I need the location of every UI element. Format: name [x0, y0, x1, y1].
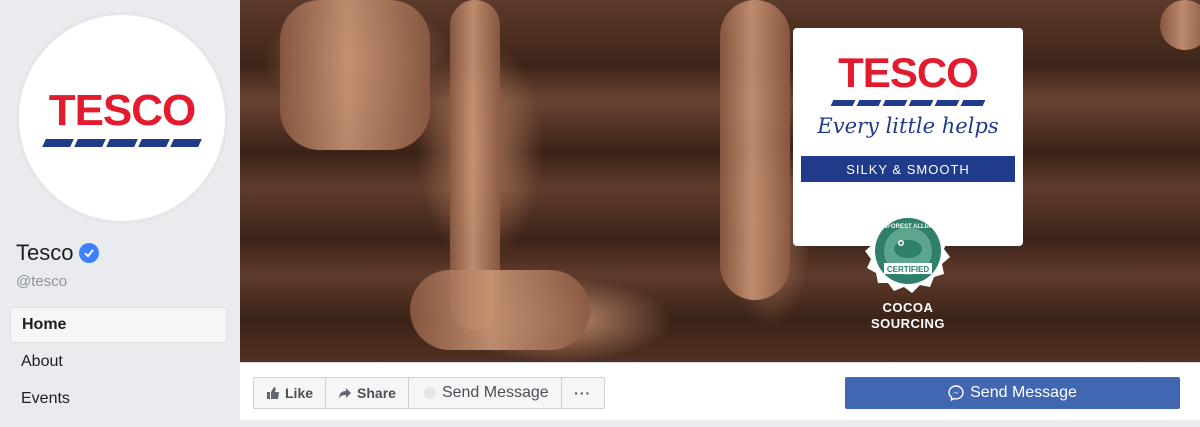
nav-item-home[interactable]: Home — [10, 307, 227, 343]
rainforest-frog-icon: RAINFOREST ALLIANCE CERTIFIED — [865, 209, 950, 293]
seal-ring-text: RAINFOREST ALLIANCE — [873, 224, 944, 230]
page-action-bar: Like Share Send Message ··· Send Message — [240, 362, 1200, 420]
left-column: TESCO Tesco @tesco Home About Events — [0, 0, 240, 427]
send-message-label: Send Message — [441, 384, 549, 401]
brand-tagline: Every little helps — [817, 114, 999, 138]
profile-picture[interactable]: TESCO — [16, 12, 228, 224]
brand-logo-stripes — [830, 100, 986, 106]
nav-item-about[interactable]: About — [10, 344, 227, 380]
chocolate-drip — [1160, 0, 1200, 50]
seal-caption-line2: SOURCING — [870, 316, 946, 331]
messenger-icon — [948, 385, 964, 401]
more-dots-icon[interactable]: ··· — [562, 378, 604, 408]
primary-send-message-label: Send Message — [970, 384, 1077, 401]
seal-caption-line1: COCOA — [882, 300, 934, 315]
like-label: Like — [285, 385, 314, 401]
chocolate-drip — [720, 0, 790, 300]
chocolate-drip — [410, 270, 590, 350]
chocolate-drip — [280, 0, 430, 150]
action-button-group: Like Share Send Message ··· — [253, 377, 605, 409]
nav-item-events[interactable]: Events — [10, 381, 227, 417]
share-label: Share — [357, 385, 396, 401]
share-arrow-icon — [339, 388, 352, 399]
like-button[interactable]: Like — [254, 378, 327, 408]
page-title[interactable]: Tesco — [16, 240, 100, 266]
share-button[interactable]: Share — [326, 378, 409, 408]
page-nav: Home About Events — [10, 307, 227, 418]
messenger-icon — [423, 387, 436, 399]
send-message-button[interactable]: Send Message — [409, 378, 562, 408]
seal-caption: COCOA SOURCING — [840, 300, 976, 332]
seal-certified-text: CERTIFIED — [887, 265, 929, 274]
primary-send-message-button[interactable]: Send Message — [845, 377, 1180, 409]
page-name-text: Tesco — [16, 240, 74, 265]
like-thumb-icon — [267, 387, 279, 399]
tesco-logo-text: TESCO — [48, 86, 197, 135]
page-handle[interactable]: @tesco — [16, 273, 67, 290]
cover-photo[interactable]: TESCO Every little helps SILKY & SMOOTH … — [240, 0, 1200, 362]
brand-logo-text: TESCO — [838, 49, 979, 96]
verified-badge-icon — [79, 243, 100, 263]
tesco-logo-stripes — [42, 139, 202, 147]
product-variant-label: SILKY & SMOOTH — [801, 156, 1015, 182]
